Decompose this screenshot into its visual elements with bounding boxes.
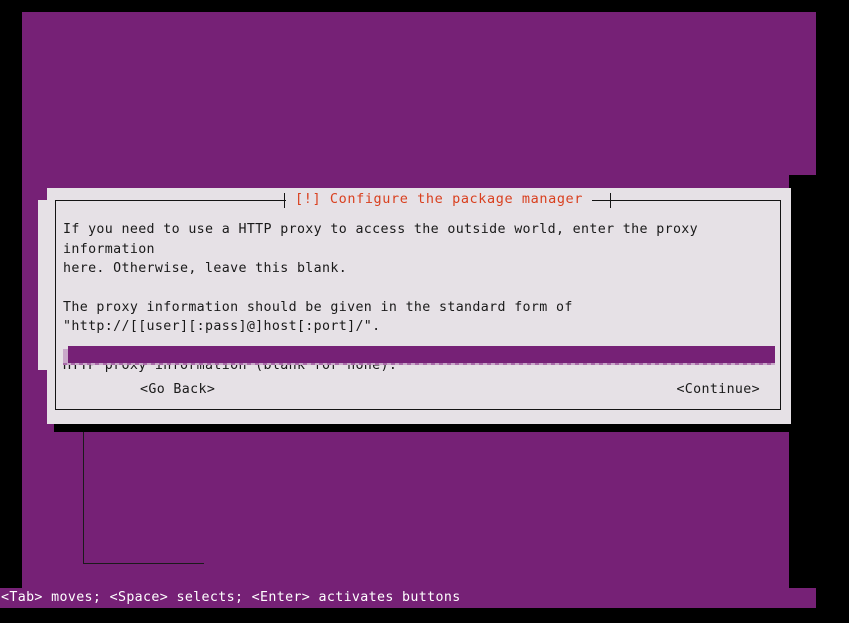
configure-package-manager-dialog: [!] Configure the package manager If you… xyxy=(47,188,791,424)
proxy-input-underline xyxy=(63,363,775,365)
dialog-paragraph-1: If you need to use a HTTP proxy to acces… xyxy=(63,222,699,276)
proxy-input-group[interactable] xyxy=(63,346,775,368)
continue-button[interactable]: <Continue> xyxy=(676,380,760,400)
dialog-button-row: <Go Back> <Continue> xyxy=(63,380,775,402)
http-proxy-input[interactable] xyxy=(68,346,775,363)
keyboard-hints-status-bar: <Tab> moves; <Space> selects; <Enter> ac… xyxy=(0,588,816,608)
background-shadow-right xyxy=(816,175,849,605)
go-back-button[interactable]: <Go Back> xyxy=(140,380,215,400)
dialog-paragraph-2: The proxy information should be given in… xyxy=(63,299,573,335)
